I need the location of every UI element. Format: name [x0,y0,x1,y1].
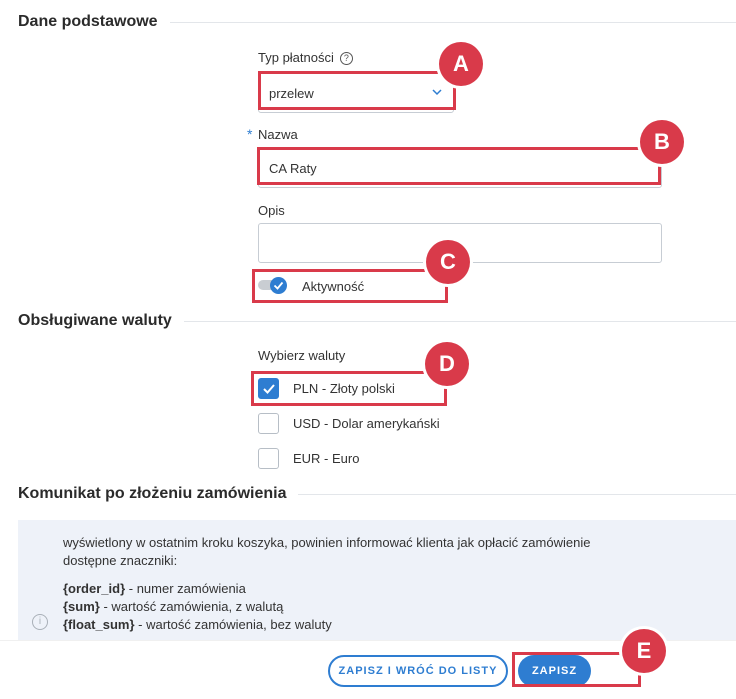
tag-desc: - wartość zamówienia, z walutą [99,599,284,614]
info-box: i wyświetlony w ostatnim kroku koszyka, … [18,520,736,645]
tag-row: {float_sum} - wartość zamówienia, bez wa… [63,616,590,634]
annotation-badge-c: C [426,240,470,284]
check-icon [273,281,284,290]
currencies-label: Wybierz waluty [258,348,346,363]
tag-row: {sum} - wartość zamówienia, z walutą [63,598,590,616]
chevron-down-icon [432,89,442,96]
payment-type-select[interactable]: przelew [258,73,454,113]
toggle-knob [270,277,287,294]
checkbox-usd[interactable] [258,413,279,434]
required-mark: * [247,126,253,142]
annotation-badge-d: D [425,342,469,386]
active-label: Aktywność [302,279,365,294]
description-label: Opis [258,203,285,218]
tag-name: {float_sum} [63,617,135,632]
currency-label-eur: EUR - Euro [293,451,360,466]
info-icon: i [32,614,48,630]
payment-type-label: Typ płatności [258,50,334,65]
payment-type-label-row: Typ płatności? [258,50,353,65]
checkbox-eur[interactable] [258,448,279,469]
save-and-back-button[interactable]: ZAPISZ I WRÓĆ DO LISTY [328,655,508,687]
tag-name: {order_id} [63,581,126,596]
currency-label-pln: PLN - Złoty polski [293,381,395,396]
info-line: dostępne znaczniki: [63,553,178,568]
save-button[interactable]: ZAPISZ [518,655,591,687]
tag-name: {sum} [63,599,100,614]
name-input[interactable]: CA Raty [258,148,662,188]
annotation-badge-b: B [640,120,684,164]
section-title-currencies: Obsługiwane waluty [18,312,184,330]
annotation-badge-e: E [622,629,666,673]
section-title-message: Komunikat po złożeniu zamówienia [18,485,299,503]
name-value: CA Raty [269,160,317,176]
info-text: wyświetlony w ostatnim kroku koszyka, po… [63,534,590,634]
checkbox-pln[interactable] [258,378,279,399]
payment-type-value: przelew [269,85,314,101]
currency-label-usd: USD - Dolar amerykański [293,416,440,431]
help-icon[interactable]: ? [339,52,353,65]
tag-row: {order_id} - numer zamówienia [63,580,590,598]
annotation-badge-a: A [439,42,483,86]
section-title-basic: Dane podstawowe [18,13,170,31]
info-line: wyświetlony w ostatnim kroku koszyka, po… [63,535,591,550]
tag-desc: - numer zamówienia [125,581,246,596]
tag-desc: - wartość zamówienia, bez waluty [134,617,332,632]
name-label: Nazwa [258,127,298,142]
check-icon [263,384,275,394]
active-toggle[interactable] [258,277,288,294]
